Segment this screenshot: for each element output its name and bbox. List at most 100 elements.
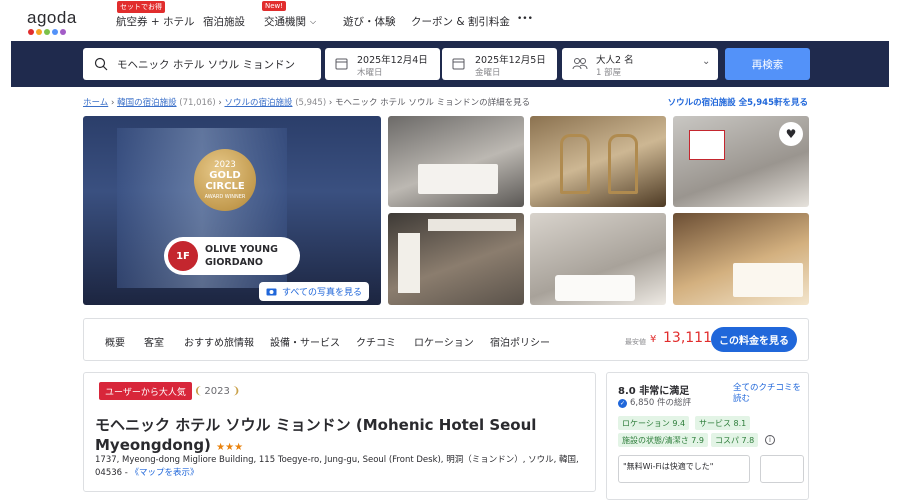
- checkout-day: 金曜日: [475, 68, 501, 78]
- more-menu-icon[interactable]: •••: [517, 14, 533, 24]
- info-icon[interactable]: i: [765, 435, 775, 445]
- nav-badge-new: New!: [262, 1, 287, 11]
- calendar-icon: [452, 58, 465, 70]
- gold-circle-award: 2023 GOLD CIRCLE AWARD WINNER: [194, 149, 256, 211]
- bed-shape: [418, 164, 498, 194]
- hotel-signage: [428, 219, 516, 231]
- logo-dots: [28, 29, 77, 35]
- nav-badge-bundle: セットでお得: [117, 1, 165, 13]
- all-seoul-properties-link[interactable]: ソウルの宿泊施設 全5,945軒を見る: [668, 96, 808, 108]
- breadcrumb-current: モヘニック ホテル ソウル ミョンドンの詳細を見る: [334, 98, 531, 108]
- search-icon: [94, 57, 108, 71]
- tab-overview[interactable]: 概要: [105, 334, 125, 349]
- review-quote-next[interactable]: [760, 455, 804, 483]
- store-sign: 1F OLIVE YOUNG GIORDANO: [164, 237, 300, 275]
- breadcrumb-seoul-count: (5,945): [295, 98, 327, 108]
- view-price-button[interactable]: この料金を見る: [711, 327, 797, 352]
- nav-item-activities[interactable]: 遊び・体験: [343, 14, 396, 29]
- search-button[interactable]: 再検索: [725, 48, 810, 80]
- review-score: 8.0 非常に満足: [618, 386, 690, 397]
- popular-badge: ユーザーから大人気: [99, 382, 192, 400]
- nav-item-transport[interactable]: 交通機関 ⌵: [264, 14, 316, 29]
- sign-shape: [689, 130, 725, 160]
- nav-item-coupons[interactable]: クーポン & 割引料金: [411, 14, 510, 29]
- tab-recommendations[interactable]: おすすめ旅情報: [184, 334, 254, 349]
- star-rating: ★★★: [216, 442, 244, 453]
- store-names: OLIVE YOUNG GIORDANO: [205, 243, 278, 269]
- gallery-photo-city-view-room[interactable]: [673, 213, 809, 305]
- rating-chip-value: コスパ 7.8: [711, 433, 759, 447]
- gallery-photo-room[interactable]: [388, 116, 524, 207]
- see-all-photos-button[interactable]: すべての写真を見る: [259, 282, 370, 301]
- tab-facilities[interactable]: 設備・サービス: [270, 334, 340, 349]
- breadcrumb-seoul[interactable]: ソウルの宿泊施設: [224, 98, 292, 108]
- award-badge-year: 2023: [204, 385, 230, 397]
- sign-shape: [398, 233, 420, 293]
- award-line-2: CIRCLE: [205, 181, 245, 192]
- checkin-date: 2025年12月4日: [357, 55, 428, 66]
- gallery-photo-bathroom[interactable]: [530, 213, 666, 305]
- review-count-text: 6,850 件の総評: [630, 398, 692, 408]
- tab-reviews[interactable]: クチコミ: [356, 334, 396, 349]
- read-all-reviews-link[interactable]: 全てのクチコミを読む: [733, 383, 803, 405]
- mirror-shape: [560, 134, 590, 194]
- guests-field[interactable]: 大人2 名 1 部屋 ⌄: [562, 48, 718, 80]
- tab-location[interactable]: ロケーション: [414, 334, 474, 349]
- lowest-price-value: 13,111: [663, 330, 712, 346]
- gallery-photo-front-desk[interactable]: [388, 213, 524, 305]
- rating-chip-cleanliness: 施設の状態/清潔さ 7.9: [618, 433, 708, 447]
- gallery-photo-mirror[interactable]: [530, 116, 666, 207]
- bed-shape: [733, 263, 803, 297]
- rating-chip-service: サービス 8.1: [695, 416, 751, 430]
- mirror-shape: [608, 134, 638, 194]
- award-year: 2023: [214, 160, 236, 170]
- award-line-1: GOLD: [209, 170, 241, 181]
- logo-text: agoda: [27, 8, 77, 27]
- currency-symbol: ¥: [650, 334, 657, 345]
- rooms-value: 1 部屋: [596, 68, 622, 78]
- award-badge: ❨ 2023 ❩: [194, 382, 240, 400]
- hotel-address: 1737, Myeong-dong Migliore Building, 115…: [95, 454, 585, 480]
- rating-chip-location: ロケーション 9.4: [618, 416, 690, 430]
- agoda-logo[interactable]: agoda: [27, 8, 77, 35]
- hotel-info-card: ユーザーから大人気 ❨ 2023 ❩ モヘニック ホテル ソウル ミョンドン (…: [83, 372, 596, 492]
- nav-item-transport-label: 交通機関: [264, 16, 306, 28]
- section-tabs: 概要 客室 おすすめ旅情報 設備・サービス クチコミ ロケーション 宿泊ポリシー…: [83, 318, 809, 361]
- review-count: ✓ 6,850 件の総評: [618, 396, 691, 408]
- bathtub-shape: [555, 275, 635, 301]
- store-name-2: GIORDANO: [205, 257, 263, 268]
- hotel-name: モヘニック ホテル ソウル ミョンドン (Mohenic Hotel Seoul…: [95, 415, 575, 458]
- destination-value: モヘニック ホテル ソウル ミョンドン: [117, 59, 296, 71]
- destination-field[interactable]: モヘニック ホテル ソウル ミョンドン: [83, 48, 321, 80]
- floor-badge: 1F: [168, 241, 198, 271]
- nav-item-accommodation[interactable]: 宿泊施設: [203, 14, 245, 29]
- tab-policies[interactable]: 宿泊ポリシー: [490, 334, 550, 349]
- top-navigation: agoda セットでお得 航空券 + ホテル 宿泊施設 New! 交通機関 ⌵ 遊…: [0, 0, 900, 40]
- lowest-price-label: 最安値: [625, 338, 646, 346]
- checkin-field[interactable]: 2025年12月4日 木曜日: [325, 48, 440, 80]
- breadcrumb-korea[interactable]: 韓国の宿泊施設: [117, 98, 177, 108]
- checkout-field[interactable]: 2025年12月5日 金曜日: [442, 48, 557, 80]
- laurel-icon: ❩: [231, 385, 241, 397]
- camera-icon: [266, 288, 277, 296]
- chevron-down-icon: ⌵: [310, 17, 317, 26]
- main-hotel-photo[interactable]: 2023 GOLD CIRCLE AWARD WINNER 1F OLIVE Y…: [83, 116, 381, 305]
- checkout-date: 2025年12月5日: [475, 55, 546, 66]
- hotel-name-text: モヘニック ホテル ソウル ミョンドン (Mohenic Hotel Seoul…: [95, 416, 537, 454]
- breadcrumb-korea-count: (71,016): [179, 98, 216, 108]
- calendar-icon: [335, 58, 348, 70]
- review-quote[interactable]: "無料Wi-Fiは快適でした": [618, 455, 750, 483]
- checkin-day: 木曜日: [357, 68, 383, 78]
- favorite-heart-icon[interactable]: ♥: [779, 122, 803, 146]
- chevron-down-icon: ⌄: [702, 56, 711, 67]
- nav-item-flight-hotel[interactable]: 航空券 + ホテル: [116, 14, 194, 29]
- see-all-photos-label: すべての写真を見る: [282, 288, 363, 298]
- breadcrumb-home[interactable]: ホーム: [83, 98, 108, 108]
- tab-rooms[interactable]: 客室: [144, 334, 164, 349]
- search-bar: モヘニック ホテル ソウル ミョンドン 2025年12月4日 木曜日 2025年…: [11, 41, 889, 87]
- breadcrumb: ホーム › 韓国の宿泊施設 (71,016) › ソウルの宿泊施設 (5,945…: [83, 96, 530, 108]
- verified-check-icon: ✓: [618, 399, 627, 408]
- award-subtitle: AWARD WINNER: [204, 194, 246, 200]
- store-name-1: OLIVE YOUNG: [205, 244, 278, 255]
- show-map-link[interactable]: 《マップを表示》: [131, 468, 199, 478]
